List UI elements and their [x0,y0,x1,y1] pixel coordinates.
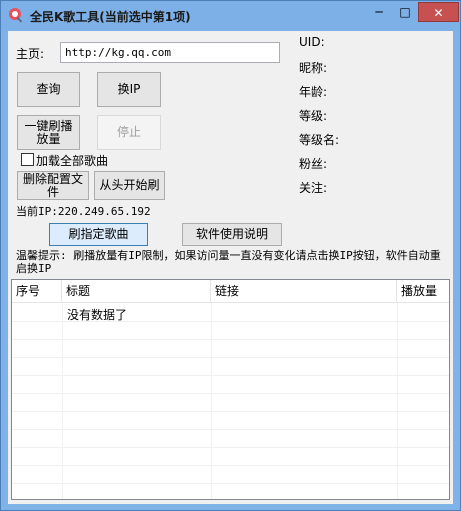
one-click-play-button[interactable]: 一键刷播放量 [17,115,80,150]
brush-song-button[interactable]: 刷指定歌曲 [49,223,148,246]
grid-line [12,447,449,448]
grid-line [12,339,449,340]
song-list-header: 序号 标题 链接 播放量 [12,280,449,303]
column-link[interactable]: 链接 [211,280,397,303]
age-label: 年龄: [299,85,328,99]
nickname-label: 昵称: [299,61,328,75]
tip-text: 温馨提示: 刷播放量有IP限制，如果访问量一直没有变化请点击换IP按钮，软件自动… [16,249,441,275]
grid-line [12,375,449,376]
uid-label: UID: [299,35,325,49]
window-title: 全民K歌工具(当前选中第1项) [30,10,191,24]
homepage-input[interactable]: http://kg.qq.com [60,42,280,63]
grid-line [12,429,449,430]
fans-label: 粉丝: [299,157,328,171]
maximize-icon[interactable]: □ [392,2,418,22]
restart-button[interactable]: 从头开始刷 [94,171,165,200]
load-all-songs-checkbox[interactable] [21,153,34,166]
query-button[interactable]: 查询 [17,72,80,107]
main-window: 全民K歌工具(当前选中第1项) ─ □ ✕ 主页: http://kg.qq.c… [0,0,461,511]
grid-line [12,357,449,358]
grid-line [12,465,449,466]
song-list[interactable]: 序号 标题 链接 播放量 没有数据了 [11,279,450,500]
close-icon[interactable]: ✕ [418,2,459,22]
level-name-label: 等级名: [299,133,340,147]
stop-button[interactable]: 停止 [97,115,161,150]
title-bar[interactable]: 全民K歌工具(当前选中第1项) ─ □ ✕ [1,1,460,31]
load-all-songs-label: 加载全部歌曲 [36,154,109,168]
client-area: 主页: http://kg.qq.com 查询 换IP 一键刷播放量 停止 加载… [8,31,453,504]
follow-label: 关注: [299,181,328,195]
empty-row-text: 没有数据了 [67,308,128,322]
grid-line [397,303,398,499]
column-title[interactable]: 标题 [62,280,211,303]
change-ip-button[interactable]: 换IP [97,72,161,107]
level-label: 等级: [299,109,328,123]
app-logo-icon [9,8,23,23]
homepage-label: 主页: [16,47,45,61]
column-index[interactable]: 序号 [12,280,62,303]
delete-config-button[interactable]: 删除配置文件 [17,171,89,200]
minimize-icon[interactable]: ─ [366,2,392,22]
grid-line [12,393,449,394]
column-plays[interactable]: 播放量 [397,280,449,303]
grid-line [12,411,449,412]
grid-line [12,483,449,484]
grid-line [211,303,212,499]
help-button[interactable]: 软件使用说明 [182,223,282,246]
current-ip-label: 当前IP:220.249.65.192 [16,205,151,218]
grid-line [62,303,63,499]
